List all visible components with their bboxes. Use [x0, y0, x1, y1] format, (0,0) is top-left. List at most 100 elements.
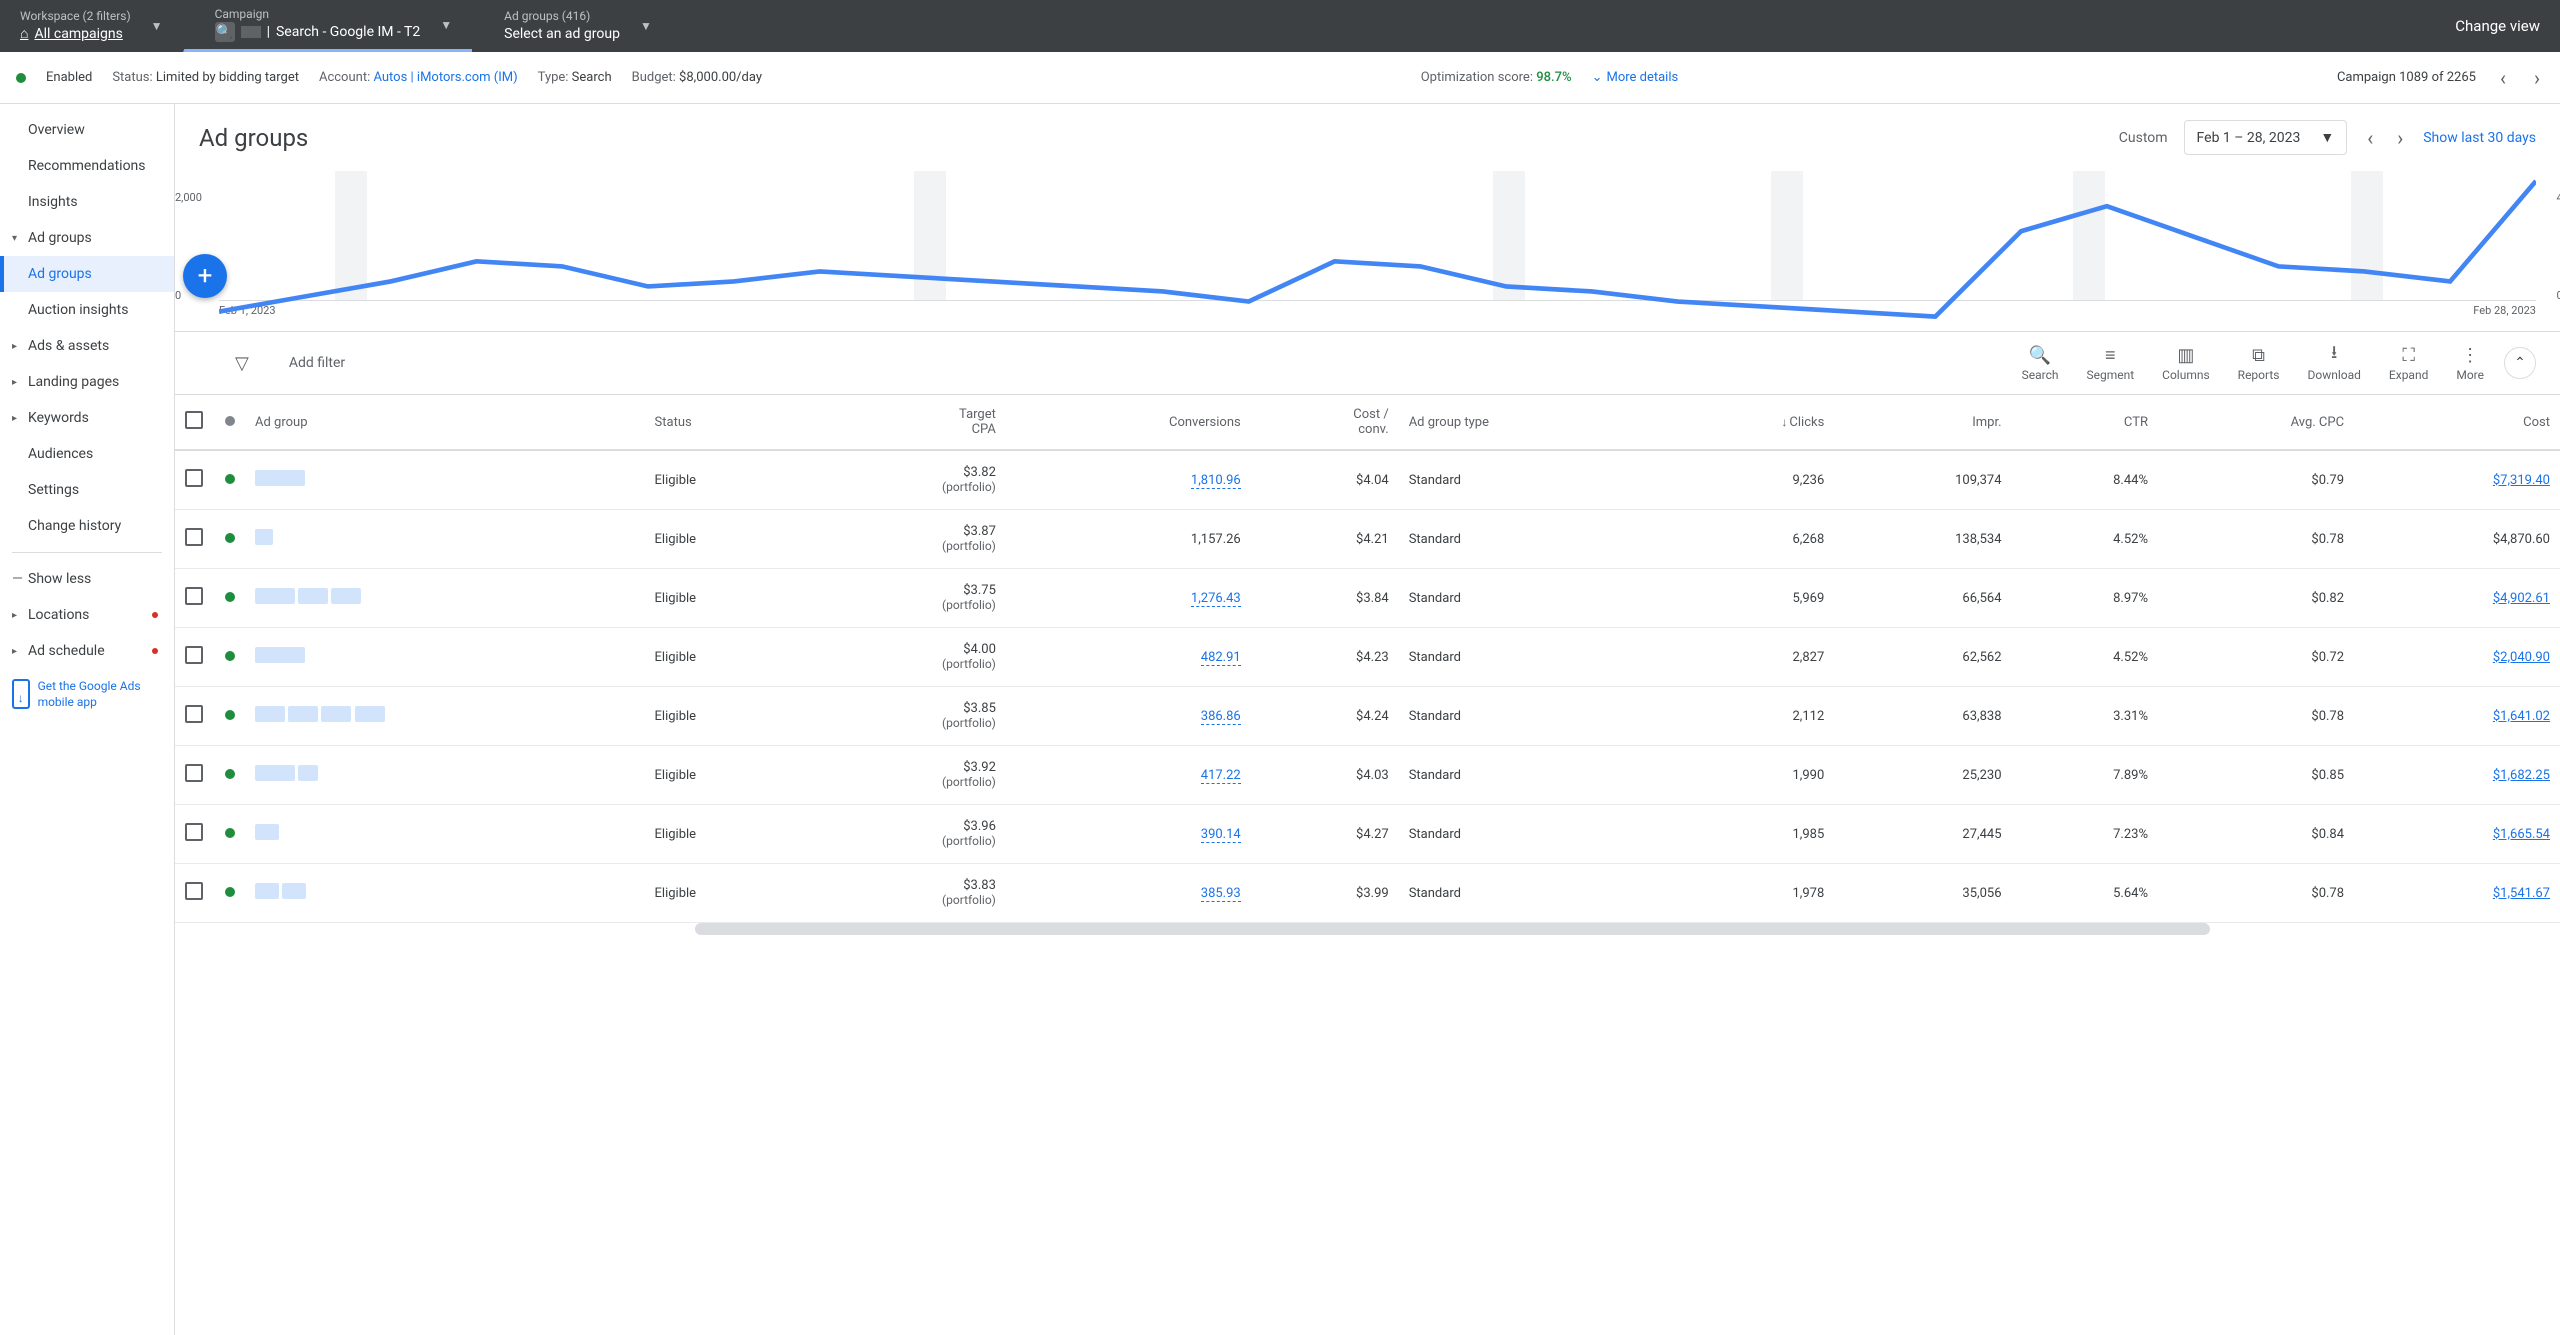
conversions-cell[interactable]: 390.14: [1006, 805, 1251, 864]
conversions-cell: 1,157.26: [1006, 510, 1251, 569]
row-checkbox[interactable]: [185, 587, 203, 605]
clicks-cell: 6,268: [1666, 510, 1834, 569]
campaign-label: Campaign: [215, 7, 421, 23]
prev-period-button[interactable]: ‹: [2363, 126, 2377, 150]
status-dot-icon: [225, 710, 235, 720]
sidebar-item-ads-assets[interactable]: Ads & assets: [0, 328, 174, 364]
breadcrumb-workspace[interactable]: Workspace (2 filters) ⌂ All campaigns ▼: [0, 0, 183, 52]
sidebar-item-overview[interactable]: Overview: [0, 112, 174, 148]
conversions-cell[interactable]: 417.22: [1006, 746, 1251, 805]
sidebar: Overview Recommendations Insights Ad gro…: [0, 104, 175, 1335]
clicks-cell: 1,990: [1666, 746, 1834, 805]
account-group: Account: Autos | iMotors.com (IM): [319, 70, 518, 85]
row-checkbox[interactable]: [185, 646, 203, 664]
y-zero: 0: [175, 289, 181, 302]
workspace-label: Workspace (2 filters): [20, 9, 131, 25]
cost-cell[interactable]: $1,641.02: [2354, 687, 2560, 746]
sidebar-item-change-history[interactable]: Change history: [0, 508, 174, 544]
table-row[interactable]: Eligible$4.00(portfolio)482.91$4.23Stand…: [175, 628, 2560, 687]
clicks-cell: 1,978: [1666, 864, 1834, 923]
row-checkbox[interactable]: [185, 528, 203, 546]
cpa-cell: $3.96(portfolio): [809, 805, 1006, 864]
sidebar-item-recommendations[interactable]: Recommendations: [0, 148, 174, 184]
impr-cell: 27,445: [1834, 805, 2011, 864]
chevron-down-icon: ⌄: [1592, 70, 1603, 85]
campaign-value: 🔍 | Search - Google IM - T2: [215, 22, 421, 42]
table-row[interactable]: Eligible$3.92(portfolio)417.22$4.03Stand…: [175, 746, 2560, 805]
redacted-icon: [241, 26, 261, 38]
select-all-checkbox[interactable]: [185, 411, 203, 429]
show-last-link[interactable]: Show last 30 days: [2423, 130, 2536, 146]
table-row[interactable]: Eligible$3.83(portfolio)385.93$3.99Stand…: [175, 864, 2560, 923]
mobile-app-promo[interactable]: Get the Google Ads mobile app: [0, 669, 174, 720]
impr-cell: 63,838: [1834, 687, 2011, 746]
cost-conv-cell: $4.03: [1251, 746, 1399, 805]
alert-dot-icon: [152, 612, 158, 618]
add-button[interactable]: +: [183, 254, 227, 298]
row-checkbox[interactable]: [185, 823, 203, 841]
type-cell: Standard: [1399, 687, 1667, 746]
clicks-cell: 2,827: [1666, 628, 1834, 687]
cost-cell: $4,870.60: [2354, 510, 2560, 569]
cpa-cell: $3.87(portfolio): [809, 510, 1006, 569]
row-checkbox[interactable]: [185, 469, 203, 487]
row-checkbox[interactable]: [185, 764, 203, 782]
top-nav: Workspace (2 filters) ⌂ All campaigns ▼ …: [0, 0, 2560, 52]
sidebar-item-landing-pages[interactable]: Landing pages: [0, 364, 174, 400]
sidebar-item-adgroups-parent[interactable]: Ad groups: [0, 220, 174, 256]
y-zero-right: 0.00%: [2556, 289, 2560, 302]
sidebar-item-auction-insights[interactable]: Auction insights: [0, 292, 174, 328]
ctr-cell: 7.89%: [2012, 746, 2158, 805]
status-dot-icon: [225, 651, 235, 661]
sidebar-item-insights[interactable]: Insights: [0, 184, 174, 220]
data-table: Ad group Status TargetCPA Conversions Co…: [175, 394, 2560, 923]
table-row[interactable]: Eligible$3.96(portfolio)390.14$4.27Stand…: [175, 805, 2560, 864]
type-cell: Standard: [1399, 569, 1667, 628]
impr-cell: 25,230: [1834, 746, 2011, 805]
cpc-cell: $0.84: [2158, 805, 2354, 864]
next-campaign-button[interactable]: ›: [2530, 66, 2544, 90]
breadcrumb-adgroup[interactable]: Ad groups (416) Select an ad group ▼: [472, 0, 672, 52]
conversions-cell[interactable]: 1,276.43: [1006, 569, 1251, 628]
adgroup-label: Ad groups (416): [504, 9, 620, 25]
date-value: Feb 1 – 28, 2023: [2197, 130, 2301, 146]
next-period-button[interactable]: ›: [2393, 126, 2407, 150]
chart[interactable]: 2,000 0 4.00% 0.00% Feb 1, 2023 Feb 28, …: [219, 171, 2536, 301]
sidebar-item-audiences[interactable]: Audiences: [0, 436, 174, 472]
sidebar-item-keywords[interactable]: Keywords: [0, 400, 174, 436]
conversions-cell[interactable]: 385.93: [1006, 864, 1251, 923]
clicks-cell: 1,985: [1666, 805, 1834, 864]
cost-cell[interactable]: $1,665.54: [2354, 805, 2560, 864]
cost-cell[interactable]: $2,040.90: [2354, 628, 2560, 687]
row-checkbox[interactable]: [185, 705, 203, 723]
breadcrumb-campaign[interactable]: Campaign 🔍 | Search - Google IM - T2 ▼: [183, 0, 473, 52]
conversions-cell[interactable]: 482.91: [1006, 628, 1251, 687]
y-tick-right: 4.00%: [2556, 191, 2560, 204]
table-row[interactable]: Eligible$3.85(portfolio)386.86$4.24Stand…: [175, 687, 2560, 746]
sidebar-item-adgroups[interactable]: Ad groups: [0, 256, 174, 292]
table-row[interactable]: Eligible$3.87(portfolio)1,157.26$4.21Sta…: [175, 510, 2560, 569]
horizontal-scrollbar[interactable]: [695, 923, 2210, 935]
cost-cell[interactable]: $1,682.25: [2354, 746, 2560, 805]
change-view-button[interactable]: Change view: [2435, 0, 2560, 52]
account-link[interactable]: Autos | iMotors.com (IM): [373, 70, 517, 85]
row-checkbox[interactable]: [185, 882, 203, 900]
enabled-label: Enabled: [46, 70, 92, 85]
campaign-count: Campaign 1089 of 2265: [2337, 70, 2476, 85]
date-picker[interactable]: Feb 1 – 28, 2023 ▼: [2184, 120, 2348, 155]
sidebar-item-settings[interactable]: Settings: [0, 472, 174, 508]
table-row[interactable]: Eligible$3.75(portfolio)1,276.43$3.84Sta…: [175, 569, 2560, 628]
sidebar-show-less[interactable]: Show less: [0, 561, 174, 597]
cpc-cell: $0.72: [2158, 628, 2354, 687]
conversions-cell[interactable]: 386.86: [1006, 687, 1251, 746]
cost-cell[interactable]: $4,902.61: [2354, 569, 2560, 628]
page-title: Ad groups: [199, 124, 308, 152]
more-details-button[interactable]: ⌄ More details: [1592, 70, 1679, 85]
cost-cell[interactable]: $1,541.67: [2354, 864, 2560, 923]
adgroup-value: Select an ad group: [504, 25, 620, 43]
sidebar-item-locations[interactable]: Locations: [0, 597, 174, 633]
type-cell: Standard: [1399, 864, 1667, 923]
sidebar-item-ad-schedule[interactable]: Ad schedule: [0, 633, 174, 669]
prev-campaign-button[interactable]: ‹: [2496, 66, 2510, 90]
cost-conv-cell: $3.99: [1251, 864, 1399, 923]
